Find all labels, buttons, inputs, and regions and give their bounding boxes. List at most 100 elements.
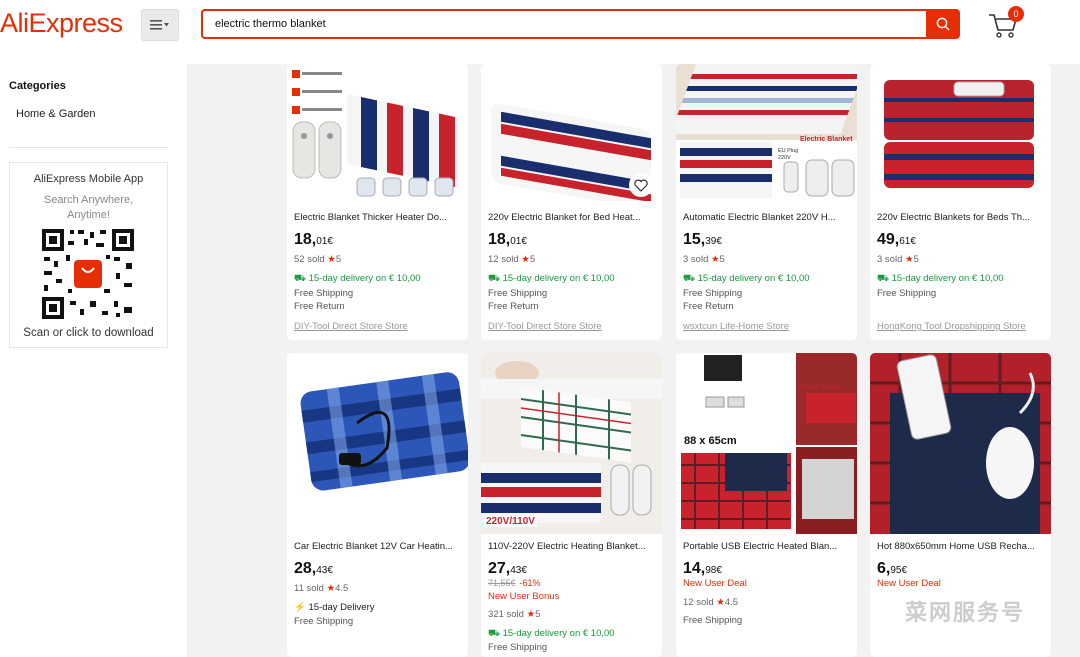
product-title[interactable]: Automatic Electric Blanket 220V H... xyxy=(683,212,851,223)
product-price: 18,01€ xyxy=(294,231,333,249)
app-scan-text: Scan or click to download xyxy=(23,327,154,339)
delivery-text: 15-day delivery on € 10,00 xyxy=(502,628,615,639)
star-icon: ★ xyxy=(327,254,336,265)
product-card[interactable]: Electric Blanket Thicker Heater Do... 18… xyxy=(287,64,468,340)
product-price: 27,43€ xyxy=(488,560,527,578)
watermark-text: 菜网服务号 xyxy=(905,600,1026,625)
image-label: 220V/110V xyxy=(484,516,537,527)
price-main: 6, xyxy=(877,560,891,577)
product-price: 49,61€ xyxy=(877,231,916,249)
store-link[interactable]: HongKong Tool Dropshipping Store xyxy=(877,321,1026,332)
rating-value: 5 xyxy=(535,609,541,620)
price-main: 18, xyxy=(294,231,317,248)
star-icon: ★ xyxy=(905,254,914,265)
free-shipping: Free Shipping xyxy=(877,288,937,299)
price-main: 18, xyxy=(488,231,511,248)
rating-value: 5 xyxy=(529,254,536,265)
product-image[interactable] xyxy=(870,64,1051,201)
product-title[interactable]: Car Electric Blanket 12V Car Heatin... xyxy=(294,541,462,552)
price-main: 14, xyxy=(683,560,706,577)
product-image[interactable] xyxy=(481,64,662,201)
deal-label: New User Bonus xyxy=(488,591,560,602)
product-card[interactable]: Car Electric Blanket 12V Car Heatin... 2… xyxy=(287,353,468,657)
product-title[interactable]: Hot 880x650mm Home USB Recha... xyxy=(877,541,1045,552)
price-fraction: 43€ xyxy=(316,565,333,576)
price-main: 15, xyxy=(683,231,706,248)
sold-count: 321 sold xyxy=(488,609,524,620)
free-shipping: Free Shipping xyxy=(294,616,354,627)
strikethrough-price: 71,55€ xyxy=(488,578,516,588)
sold-count: 12 sold xyxy=(683,597,714,608)
product-title[interactable]: 220v Electric Blanket for Bed Heat... xyxy=(488,212,656,223)
product-image[interactable] xyxy=(287,353,468,534)
free-shipping: Free Shipping xyxy=(683,288,743,299)
sold-count: 12 sold xyxy=(488,254,519,265)
product-price: 14,98€ xyxy=(683,560,722,578)
star-icon: ★ xyxy=(526,609,536,620)
delivery-text: 15-day delivery on € 10,00 xyxy=(891,273,1004,284)
truck-icon: ⛟ xyxy=(683,273,695,284)
sold-count: 52 sold xyxy=(294,254,325,265)
product-image[interactable]: Electric Blanket EU Plug 220V xyxy=(676,64,857,201)
search-button[interactable] xyxy=(926,9,960,39)
product-image[interactable]: 220V/110V xyxy=(481,353,662,534)
price-main: 27, xyxy=(488,560,511,577)
cart-count-badge: 0 xyxy=(1008,6,1024,22)
search-box xyxy=(201,9,927,39)
category-home-garden[interactable]: Home & Garden xyxy=(16,108,95,120)
menu-icon xyxy=(150,20,169,30)
top-header: AliExpress 0 xyxy=(0,0,1080,64)
price-fraction: 43€ xyxy=(510,565,527,576)
qr-code-icon[interactable] xyxy=(40,227,136,321)
sold-count: 3 sold xyxy=(683,254,709,265)
delivery-info: ⛟ 15-day delivery on € 10,00 xyxy=(683,273,810,285)
product-card[interactable]: Electric Blanket EU Plug 220V Automatic … xyxy=(676,64,857,340)
category-menu-button[interactable] xyxy=(141,9,179,41)
free-return: Free Return xyxy=(488,301,539,312)
wishlist-button[interactable] xyxy=(629,173,653,197)
delivery-text: 15-day delivery on € 10,00 xyxy=(697,273,810,284)
rating-value: 4.5 xyxy=(335,583,349,594)
product-card[interactable]: 220v Electric Blankets for Beds Th... 49… xyxy=(870,64,1051,340)
aliexpress-logo[interactable]: AliExpress xyxy=(0,8,123,39)
delivery-text: 15-day Delivery xyxy=(308,602,375,613)
store-link[interactable]: wsxtcun Life-Home Store xyxy=(683,321,789,332)
categories-title: Categories xyxy=(9,80,66,92)
store-link[interactable]: DIY-Tool Direct Store Store xyxy=(488,321,602,332)
delivery-info: ⛟ 15-day delivery on € 10,00 xyxy=(294,273,421,285)
product-price: 15,39€ xyxy=(683,231,722,249)
star-icon: ★ xyxy=(711,254,720,265)
product-sold: 3 sold ★5 xyxy=(877,254,919,265)
product-image[interactable] xyxy=(287,64,468,201)
product-card[interactable]: 220v Electric Blanket for Bed Heat... 18… xyxy=(481,64,662,340)
product-title[interactable]: 220v Electric Blankets for Beds Th... xyxy=(877,212,1045,223)
rating-value: 5 xyxy=(719,254,725,265)
fast-delivery-icon: ⚡ xyxy=(294,602,306,613)
product-title[interactable]: Portable USB Electric Heated Blan... xyxy=(683,541,851,552)
sidebar-divider xyxy=(9,147,168,148)
price-fraction: 01€ xyxy=(510,236,527,247)
sold-count: 11 sold xyxy=(294,583,324,594)
product-price: 6,95€ xyxy=(877,560,907,578)
product-card[interactable]: 220V/110V 110V-220V Electric Heating Bla… xyxy=(481,353,662,657)
delivery-text: 15-day delivery on € 10,00 xyxy=(308,273,421,284)
rating-value: 4.5 xyxy=(724,597,739,608)
free-shipping: Free Shipping xyxy=(294,288,354,299)
store-link[interactable]: DIY-Tool Direct Store Store xyxy=(294,321,408,332)
free-return: Free Return xyxy=(683,301,734,312)
truck-icon: ⛟ xyxy=(488,273,500,284)
product-image[interactable]: 88 x 65cm Electric Blanket xyxy=(676,353,857,534)
rating-value: 5 xyxy=(913,254,919,265)
product-title[interactable]: Electric Blanket Thicker Heater Do... xyxy=(294,212,462,223)
product-price: 18,01€ xyxy=(488,231,527,249)
delivery-info: ⛟ 15-day delivery on € 10,00 xyxy=(877,273,1004,285)
search-input[interactable] xyxy=(203,11,927,37)
product-card[interactable]: 88 x 65cm Electric Blanket Portable USB … xyxy=(676,353,857,657)
star-icon: ★ xyxy=(716,597,725,608)
mobile-app-promo[interactable]: AliExpress Mobile App Search Anywhere, A… xyxy=(9,162,168,348)
star-icon: ★ xyxy=(326,583,336,594)
original-price: 71,55€ -61% xyxy=(488,578,541,588)
product-sold: 321 sold ★5 xyxy=(488,609,540,620)
product-title[interactable]: 110V-220V Electric Heating Blanket... xyxy=(488,541,656,552)
product-image[interactable] xyxy=(870,353,1051,534)
